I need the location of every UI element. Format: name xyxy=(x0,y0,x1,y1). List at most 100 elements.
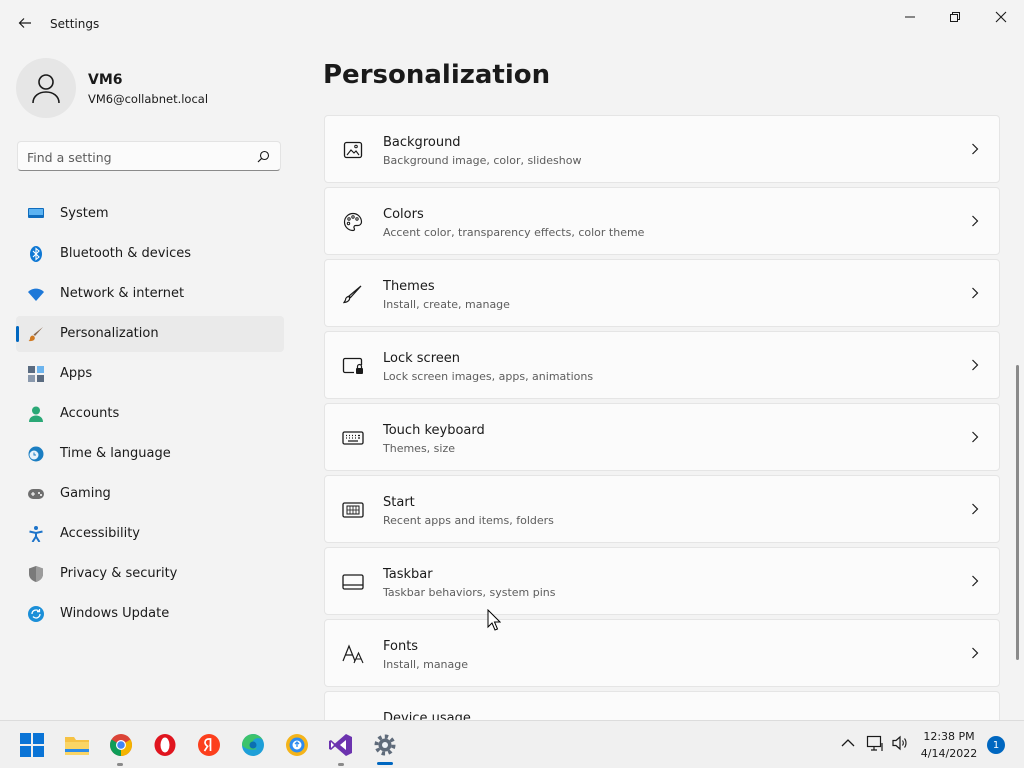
active-app-indicator xyxy=(377,762,393,765)
maximize-button[interactable] xyxy=(932,4,978,30)
sidebar-item-bluetooth[interactable]: Bluetooth & devices xyxy=(16,236,284,272)
page-title: Personalization xyxy=(323,60,551,90)
image-icon xyxy=(342,139,364,161)
minimize-icon xyxy=(905,16,915,18)
lock-screen-icon xyxy=(342,355,364,377)
chevron-right-icon xyxy=(972,431,979,443)
clock-date[interactable]: 4/14/2022 xyxy=(919,747,979,760)
card-background[interactable]: Background Background image, color, slid… xyxy=(324,115,1000,183)
sidebar-item-label: Windows Update xyxy=(60,606,170,621)
chevron-right-icon xyxy=(972,647,979,659)
back-arrow-icon xyxy=(18,18,31,28)
sidebar-item-label: Gaming xyxy=(60,486,111,501)
card-title: Device usage xyxy=(383,711,471,720)
card-device-usage[interactable]: Device usage xyxy=(324,691,1000,720)
sidebar-item-label: Accessibility xyxy=(60,526,140,541)
card-title: Themes xyxy=(383,279,435,294)
edge-icon[interactable] xyxy=(239,731,267,759)
chevron-right-icon xyxy=(972,575,979,587)
card-colors[interactable]: Colors Accent color, transparency effect… xyxy=(324,187,1000,255)
update-icon xyxy=(28,606,44,622)
sidebar-item-label: Personalization xyxy=(60,326,159,341)
card-subtitle: Install, create, manage xyxy=(383,298,510,311)
fonts-icon xyxy=(342,643,364,665)
accessibility-icon xyxy=(28,526,44,542)
settings-icon[interactable] xyxy=(371,731,399,759)
taskbar: 12:38 PM 4/14/2022 1 xyxy=(0,720,1024,768)
restore-icon xyxy=(950,12,960,22)
card-subtitle: Themes, size xyxy=(383,442,455,455)
card-subtitle: Install, manage xyxy=(383,658,469,671)
sidebar-item-accounts[interactable]: Accounts xyxy=(16,396,284,432)
start-icon xyxy=(342,499,364,521)
close-icon xyxy=(995,11,1007,23)
running-indicator xyxy=(117,763,123,766)
sidebar-item-label: Time & language xyxy=(60,446,171,461)
running-indicator xyxy=(338,763,344,766)
network-icon[interactable] xyxy=(866,734,884,752)
card-start[interactable]: Start Recent apps and items, folders xyxy=(324,475,1000,543)
card-taskbar[interactable]: Taskbar Taskbar behaviors, system pins xyxy=(324,547,1000,615)
card-subtitle: Taskbar behaviors, system pins xyxy=(383,586,556,599)
search-placeholder: Find a setting xyxy=(27,150,112,165)
bluetooth-icon xyxy=(28,246,44,262)
scrollbar-thumb[interactable] xyxy=(1016,365,1019,660)
card-title: Background xyxy=(383,135,461,150)
sidebar-item-privacy[interactable]: Privacy & security xyxy=(16,556,284,592)
sidebar-item-network[interactable]: Network & internet xyxy=(16,276,284,312)
card-title: Colors xyxy=(383,207,424,222)
sidebar-item-apps[interactable]: Apps xyxy=(16,356,284,392)
chevron-right-icon xyxy=(972,503,979,515)
volume-icon[interactable] xyxy=(891,734,909,752)
search-input[interactable]: Find a setting xyxy=(17,141,281,171)
brush-icon xyxy=(28,326,44,342)
minimize-button[interactable] xyxy=(887,4,933,30)
chrome-icon[interactable] xyxy=(107,731,135,759)
opera-icon[interactable] xyxy=(151,731,179,759)
card-lock-screen[interactable]: Lock screen Lock screen images, apps, an… xyxy=(324,331,1000,399)
apps-icon xyxy=(28,366,44,382)
settings-card-list: Background Background image, color, slid… xyxy=(324,115,1000,720)
card-subtitle: Background image, color, slideshow xyxy=(383,154,582,167)
sidebar-item-gaming[interactable]: Gaming xyxy=(16,476,284,512)
windows-start-icon[interactable] xyxy=(18,731,46,759)
sidebar-nav: System Bluetooth & devices Network & int… xyxy=(16,196,284,636)
chevron-right-icon xyxy=(972,287,979,299)
title-bar: Settings xyxy=(0,0,1024,48)
visual-studio-icon[interactable] xyxy=(327,731,355,759)
sidebar-item-label: Network & internet xyxy=(60,286,185,301)
user-email: VM6@collabnet.local xyxy=(88,92,209,106)
file-explorer-icon[interactable] xyxy=(63,731,91,759)
sidebar-item-accessibility[interactable]: Accessibility xyxy=(16,516,284,552)
card-fonts[interactable]: Fonts Install, manage xyxy=(324,619,1000,687)
search-icon xyxy=(257,150,270,163)
notification-badge[interactable]: 1 xyxy=(987,736,1005,754)
close-button[interactable] xyxy=(978,4,1024,30)
yandex-icon[interactable] xyxy=(195,731,223,759)
browser-icon[interactable] xyxy=(283,731,311,759)
sidebar-item-personalization[interactable]: Personalization xyxy=(16,316,284,352)
palette-icon xyxy=(342,211,364,233)
card-subtitle: Lock screen images, apps, animations xyxy=(383,370,594,383)
sidebar-item-time-language[interactable]: Time & language xyxy=(16,436,284,472)
person-avatar-icon xyxy=(32,74,60,104)
card-title: Lock screen xyxy=(383,351,460,366)
back-button[interactable] xyxy=(14,12,36,34)
card-themes[interactable]: Themes Install, create, manage xyxy=(324,259,1000,327)
chevron-up-icon[interactable] xyxy=(841,738,855,748)
sidebar-item-label: Bluetooth & devices xyxy=(60,246,191,261)
person-icon xyxy=(28,406,44,422)
keyboard-icon xyxy=(342,427,364,449)
avatar xyxy=(16,58,76,118)
user-name: VM6 xyxy=(88,72,123,88)
sidebar-item-label: Accounts xyxy=(60,406,120,421)
clock-time[interactable]: 12:38 PM xyxy=(919,730,979,743)
sidebar-item-system[interactable]: System xyxy=(16,196,284,232)
card-touch-keyboard[interactable]: Touch keyboard Themes, size xyxy=(324,403,1000,471)
user-profile[interactable]: VM6 VM6@collabnet.local xyxy=(16,58,286,118)
shield-icon xyxy=(28,566,44,582)
sidebar-item-windows-update[interactable]: Windows Update xyxy=(16,596,284,632)
card-subtitle: Accent color, transparency effects, colo… xyxy=(383,226,645,239)
mouse-cursor-icon xyxy=(487,609,501,631)
pen-icon xyxy=(342,283,364,305)
